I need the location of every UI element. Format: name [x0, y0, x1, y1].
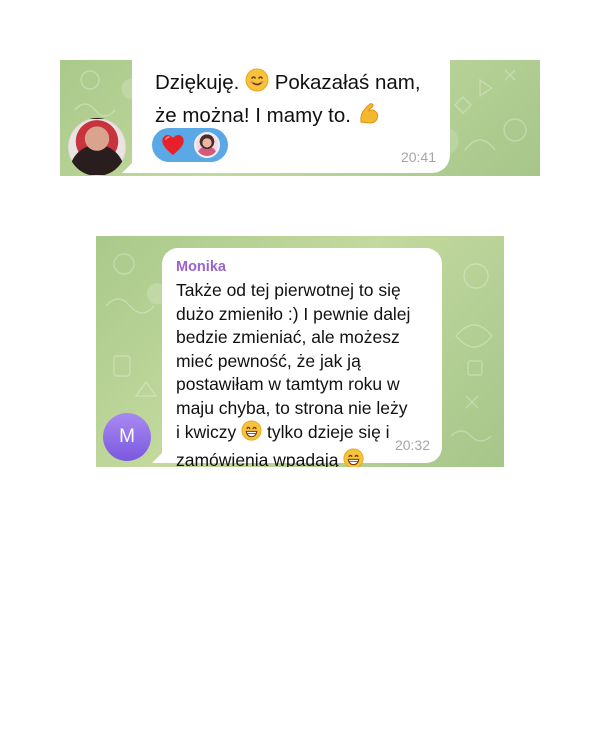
grinning-face-icon: [343, 447, 364, 467]
chat-screenshot-2: M Monika Także od tej pierwotnej to się …: [96, 236, 504, 467]
message-time: 20:41: [400, 149, 436, 165]
sender-avatar-photo[interactable]: [68, 118, 126, 176]
avatar-initial: M: [119, 426, 135, 447]
reaction-heart[interactable]: [152, 128, 228, 162]
message-bubble[interactable]: Monika Także od tej pierwotnej to się du…: [162, 248, 442, 467]
message-time: 20:32: [394, 437, 430, 453]
message-text: Dziękuję. Pokazałaś nam, że można! I mam…: [155, 68, 436, 134]
sender-avatar-initial[interactable]: M: [103, 413, 151, 461]
flexed-biceps-icon: [357, 101, 381, 134]
grinning-face-icon: [241, 420, 262, 448]
reaction-user-avatar: [194, 132, 220, 158]
message-text: Także od tej pierwotnej to się dużo zmie…: [176, 279, 428, 467]
smiling-face-icon: [245, 68, 269, 101]
red-heart-icon: [160, 133, 186, 157]
sender-name[interactable]: Monika: [176, 258, 428, 276]
message-bubble[interactable]: Dziękuję. Pokazałaś nam, że można! I mam…: [132, 60, 450, 173]
chat-screenshot-1: Dziękuję. Pokazałaś nam, że można! I mam…: [60, 60, 540, 176]
